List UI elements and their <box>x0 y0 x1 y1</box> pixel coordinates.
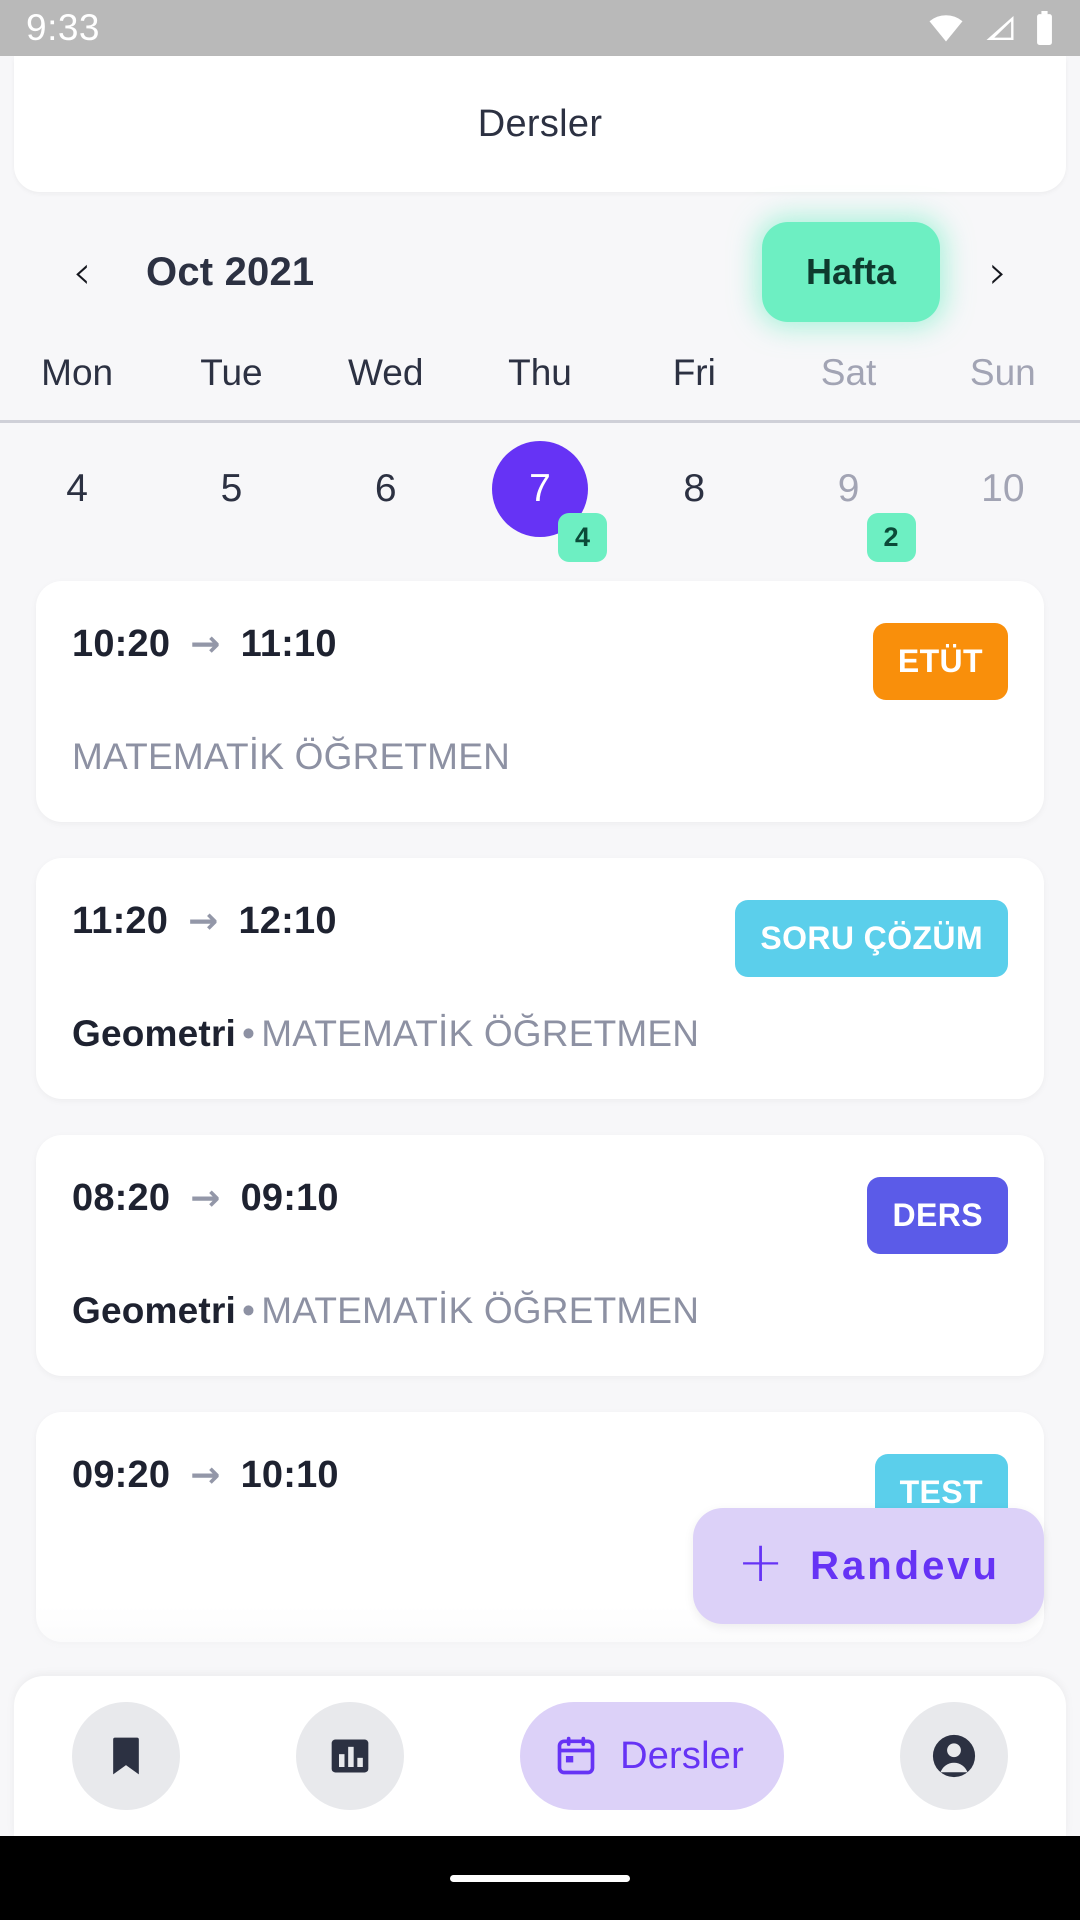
bottom-nav-item-bar-chart[interactable] <box>296 1702 405 1810</box>
weekday-label: Sun <box>969 352 1036 393</box>
event-time-range: 10:20 → 11:10 <box>72 623 337 666</box>
arrow-right-icon: → <box>188 901 219 942</box>
event-teacher: MATEMATİK ÖĞRETMEN <box>72 736 511 777</box>
weekday-label: Wed <box>347 352 424 393</box>
event-subject: Geometri <box>72 1013 237 1054</box>
calendar-day-cell[interactable]: 74 <box>463 441 617 573</box>
status-time: 9:33 <box>26 7 101 48</box>
event-time-range: 09:20 → 10:10 <box>72 1454 339 1497</box>
arrow-right-icon: → <box>190 624 221 665</box>
wifi-icon <box>929 15 963 42</box>
view-toggle-wrapper: Hafta <box>761 222 940 322</box>
event-end-time: 09:10 <box>240 1177 339 1219</box>
add-appointment-button[interactable]: + Randevu <box>693 1508 1044 1624</box>
event-start-time: 08:20 <box>72 1177 171 1219</box>
status-icons <box>927 11 1054 45</box>
calendar-day-number[interactable]: 6 <box>338 441 434 537</box>
event-type-badge: DERS <box>867 1177 1008 1254</box>
plus-icon: + <box>737 1530 785 1595</box>
event-start-time: 11:20 <box>72 900 169 942</box>
event-card-header: 08:20 → 09:10 DERS <box>72 1177 1008 1254</box>
calendar-day-number[interactable]: 4 <box>29 441 125 537</box>
event-end-time: 11:10 <box>240 623 337 665</box>
day-event-count-badge: 2 <box>866 513 916 562</box>
calendar-day-cell[interactable]: 8 <box>617 441 771 573</box>
event-teacher: MATEMATİK ÖĞRETMEN <box>261 1290 700 1331</box>
signal-icon <box>986 16 1014 40</box>
event-type-badge: SORU ÇÖZÜM <box>735 900 1008 977</box>
event-subtitle: Geometri • MATEMATİK ÖĞRETMEN <box>72 1013 1008 1055</box>
event-end-time: 10:10 <box>240 1454 339 1496</box>
gesture-pill[interactable] <box>450 1874 630 1882</box>
status-bar: 9:33 <box>0 0 1080 56</box>
bookmark-icon <box>104 1734 148 1778</box>
month-label: Oct 2021 <box>146 249 315 294</box>
calendar-day-number[interactable]: 5 <box>183 441 279 537</box>
weekday-label: Sat <box>820 352 877 393</box>
weekday-label: Mon <box>41 352 114 393</box>
bottom-nav-item-calendar[interactable]: Dersler <box>520 1702 784 1810</box>
event-card-header: 11:20 → 12:10 SORU ÇÖZÜM <box>72 900 1008 977</box>
calendar-day-cell[interactable]: 6 <box>309 441 463 573</box>
event-time-range: 08:20 → 09:10 <box>72 1177 339 1220</box>
event-separator: • <box>242 1290 256 1331</box>
account-icon <box>931 1733 977 1779</box>
bottom-nav-item-account[interactable] <box>899 1702 1008 1810</box>
month-navigation: ‹ Oct 2021 Hafta › <box>0 192 1080 352</box>
app-bar: Dersler <box>14 56 1066 192</box>
arrow-right-icon: → <box>190 1455 221 1496</box>
calendar-icon <box>554 1734 598 1778</box>
calendar-day-cell[interactable]: 5 <box>154 441 308 573</box>
bottom-nav-label: Dersler <box>620 1734 744 1777</box>
add-appointment-label: Randevu <box>810 1543 1000 1588</box>
event-subject: Geometri <box>72 1290 237 1331</box>
event-subtitle: Geometri • MATEMATİK ÖĞRETMEN <box>72 1290 1008 1332</box>
event-end-time: 12:10 <box>238 900 337 942</box>
chevron-left-icon[interactable]: ‹ <box>60 249 104 295</box>
calendar-day-cell[interactable]: 10 <box>926 441 1080 573</box>
event-time-range: 11:20 → 12:10 <box>72 900 337 943</box>
event-start-time: 10:20 <box>72 623 171 665</box>
event-card[interactable]: 08:20 → 09:10 DERS Geometri • MATEMATİK ÖĞRETM… <box>36 1135 1044 1376</box>
weekday-label: Thu <box>508 352 572 393</box>
chevron-right-icon[interactable]: › <box>976 249 1020 295</box>
calendar-day-cell[interactable]: 4 <box>0 441 154 573</box>
event-subtitle: MATEMATİK ÖĞRETMEN <box>72 736 1008 778</box>
bottom-nav-item-bookmark[interactable] <box>72 1702 181 1810</box>
bar-chart-icon <box>328 1734 372 1778</box>
weekday-label: Fri <box>672 352 716 393</box>
day-event-count-badge: 4 <box>557 513 607 562</box>
week-day-row: 4 5 6 7 4 8 9 2 10 <box>0 423 1080 573</box>
event-card[interactable]: 11:20 → 12:10 SORU ÇÖZÜM Geometri • MATEMATİK … <box>36 858 1044 1099</box>
event-start-time: 09:20 <box>72 1454 171 1496</box>
view-toggle-button[interactable]: Hafta <box>761 222 940 322</box>
calendar-day-number[interactable]: 8 <box>646 441 742 537</box>
weekday-label: Tue <box>200 352 263 393</box>
bottom-navigation: Dersler <box>14 1676 1066 1836</box>
weekday-header: Mon Tue Wed Thu Fri Sat Sun <box>0 352 1080 420</box>
event-separator: • <box>242 1013 256 1054</box>
battery-icon <box>1037 11 1052 45</box>
calendar-day-cell[interactable]: 92 <box>771 441 925 573</box>
event-card-header: 10:20 → 11:10 ETÜT <box>72 623 1008 700</box>
calendar-day-number[interactable]: 10 <box>955 441 1051 537</box>
event-card[interactable]: 10:20 → 11:10 ETÜT MATEMATİK ÖĞRETMEN <box>36 581 1044 822</box>
event-teacher: MATEMATİK ÖĞRETMEN <box>261 1013 700 1054</box>
gesture-bar <box>0 1836 1080 1920</box>
page-title: Dersler <box>477 102 603 145</box>
event-type-badge: ETÜT <box>872 623 1008 700</box>
arrow-right-icon: → <box>190 1178 221 1219</box>
